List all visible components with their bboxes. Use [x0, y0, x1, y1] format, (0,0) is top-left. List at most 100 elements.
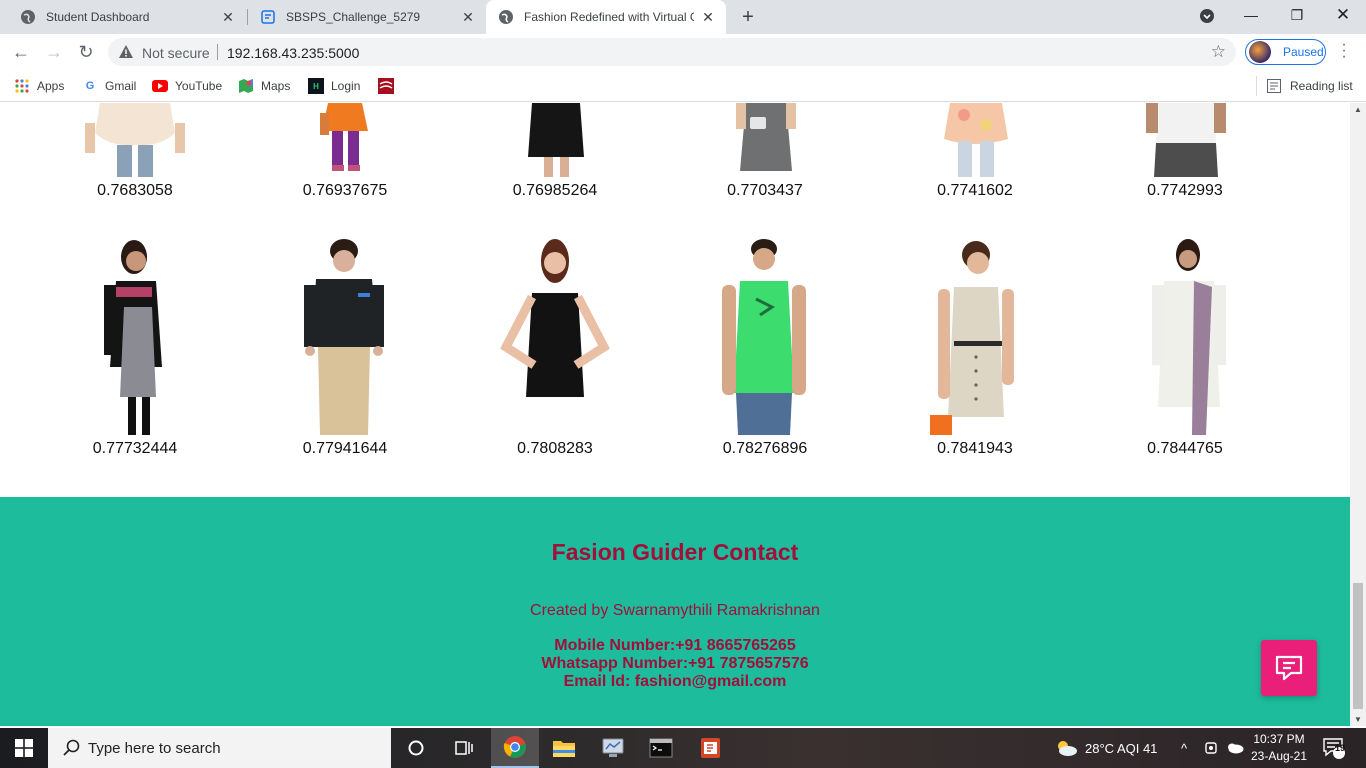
hackerrank-icon: H — [308, 78, 324, 94]
result-card[interactable]: 0.7808283 — [455, 237, 655, 458]
cortana-icon[interactable] — [392, 728, 440, 768]
result-card[interactable]: 0.7844765 — [1085, 237, 1285, 458]
bookmark-youtube[interactable]: YouTube — [152, 76, 222, 96]
weather-widget[interactable]: 28°C AQI 41 — [1054, 728, 1157, 768]
bookmark-cisco[interactable] — [378, 76, 401, 96]
close-tab-icon[interactable]: ✕ — [220, 9, 236, 25]
page-scrollbar[interactable]: ▲ ▼ — [1350, 103, 1366, 726]
result-card[interactable]: 0.7683058 — [35, 103, 235, 200]
bookmark-login[interactable]: H Login — [308, 76, 360, 96]
scroll-thumb[interactable] — [1353, 583, 1363, 709]
similarity-score: 0.77732444 — [92, 440, 178, 457]
restore-icon[interactable]: ❐ — [1274, 0, 1320, 32]
bookmark-maps[interactable]: Maps — [238, 76, 290, 96]
similarity-score: 0.7742993 — [1147, 182, 1223, 199]
profile-button[interactable]: Paused — [1245, 39, 1326, 65]
bookmark-star-icon[interactable]: ☆ — [1211, 42, 1226, 62]
bookmark-gmail[interactable]: G Gmail — [82, 76, 137, 96]
chrome-taskbar-icon[interactable] — [491, 728, 539, 768]
bookmark-apps[interactable]: Apps — [14, 76, 64, 96]
result-card[interactable]: 0.7741602 — [875, 103, 1075, 200]
outfit-image — [944, 103, 1008, 177]
url-text[interactable]: 192.168.43.235:5000 — [227, 45, 359, 61]
outfit-image — [736, 103, 796, 171]
bookmark-label: Gmail — [105, 79, 137, 93]
result-card[interactable]: 0.7703437 — [665, 103, 865, 200]
close-tab-icon[interactable]: ✕ — [460, 9, 476, 25]
outfit-image — [1146, 103, 1226, 177]
weather-icon — [1058, 741, 1077, 756]
similarity-score: 0.7741602 — [937, 182, 1013, 199]
task-view-icon[interactable] — [440, 728, 488, 768]
forward-icon[interactable]: → — [42, 40, 66, 64]
search-icon — [63, 739, 80, 756]
search-placeholder: Type here to search — [88, 739, 221, 757]
security-label[interactable]: Not secure — [142, 45, 210, 61]
show-hidden-icons[interactable]: ^ — [1181, 728, 1187, 768]
office-app-icon[interactable] — [686, 728, 734, 768]
footer-title: Fasion Guider Contact — [551, 539, 799, 565]
scroll-down-icon[interactable]: ▼ — [1354, 715, 1362, 724]
similarity-score: 0.77941644 — [302, 440, 388, 457]
outfit-image — [1152, 239, 1226, 435]
outfit-image — [320, 103, 368, 171]
start-button[interactable] — [0, 728, 48, 768]
tab-student-dashboard[interactable]: Student Dashboard ✕ — [8, 0, 246, 34]
network-app-icon[interactable] — [589, 728, 637, 768]
tab-search-icon[interactable] — [1184, 0, 1230, 32]
back-icon[interactable]: ← — [9, 40, 33, 64]
reading-list-button[interactable]: Reading list — [1256, 76, 1353, 96]
profile-status: Paused — [1283, 45, 1324, 59]
footer-credit: Created by Swarnamythili Ramakrishnan — [530, 602, 820, 619]
taskbar-search[interactable]: Type here to search — [48, 728, 391, 768]
tab-title: SBSPS_Challenge_5279 — [286, 10, 421, 24]
file-explorer-icon[interactable] — [540, 728, 588, 768]
tab-fashion-redefined[interactable]: Fashion Redefined with Virtual Gi ✕ — [486, 0, 726, 34]
cisco-icon — [378, 78, 394, 94]
youtube-icon — [152, 78, 168, 94]
chat-button[interactable] — [1261, 640, 1317, 696]
tab-strip: Student Dashboard ✕ SBSPS_Challenge_5279… — [0, 0, 1366, 34]
minimize-icon[interactable]: — — [1228, 0, 1274, 32]
result-card[interactable]: 0.77732444 — [35, 237, 235, 458]
result-card[interactable]: 0.77941644 — [245, 237, 445, 458]
terminal-icon[interactable] — [637, 728, 685, 768]
bookmark-label: Apps — [37, 79, 65, 93]
system-clock[interactable]: 10:37 PM 23-Aug-21 — [1248, 731, 1310, 765]
similarity-score: 0.7841943 — [937, 440, 1013, 457]
scroll-up-icon[interactable]: ▲ — [1354, 105, 1362, 114]
email-address[interactable]: Email Id: fashion@gmail.com — [0, 673, 1350, 691]
address-divider — [217, 44, 218, 60]
reload-icon[interactable]: ↻ — [74, 40, 98, 64]
reading-list-icon — [1267, 79, 1281, 93]
contact-footer: Fasion Guider Contact Created by Swarnam… — [0, 497, 1350, 726]
onedrive-icon[interactable] — [1226, 728, 1244, 768]
new-tab-button[interactable]: + — [737, 6, 759, 28]
outfit-image — [104, 240, 162, 435]
similarity-score: 0.7808283 — [517, 440, 593, 457]
warning-icon[interactable] — [118, 44, 134, 60]
close-tab-icon[interactable]: ✕ — [700, 9, 716, 25]
result-card[interactable]: 0.76937675 — [245, 103, 445, 200]
globe-icon — [498, 9, 514, 25]
tab-sbsps-challenge[interactable]: SBSPS_Challenge_5279 ✕ — [248, 0, 486, 34]
result-card[interactable]: 0.76985264 — [455, 103, 655, 200]
result-card[interactable]: 0.78276896 — [665, 237, 865, 458]
bookmark-label: YouTube — [175, 79, 223, 93]
outfit-image — [85, 103, 185, 177]
result-card[interactable]: 0.7841943 — [875, 237, 1075, 458]
address-bar[interactable]: Not secure 192.168.43.235:5000 ☆ — [108, 38, 1236, 66]
meet-now-icon[interactable] — [1204, 728, 1220, 768]
result-card[interactable]: 0.7742993 — [1085, 103, 1285, 200]
close-window-icon[interactable]: ✕ — [1320, 0, 1366, 32]
page-viewport: 0.7683058 0.76937675 0.76985264 0.770343… — [0, 103, 1350, 726]
doc-icon — [260, 9, 276, 25]
outfit-image — [930, 241, 1014, 435]
clock-time: 10:37 PM — [1253, 732, 1305, 746]
bookmarks-bar: Apps G Gmail YouTube Maps H Login Readin… — [0, 70, 1366, 102]
notifications-button[interactable]: 19 — [1322, 728, 1346, 768]
windows-icon — [15, 739, 33, 757]
bookmark-label: Login — [331, 79, 361, 93]
outfit-image — [500, 239, 610, 397]
more-menu-icon[interactable]: · · · — [1336, 37, 1352, 65]
